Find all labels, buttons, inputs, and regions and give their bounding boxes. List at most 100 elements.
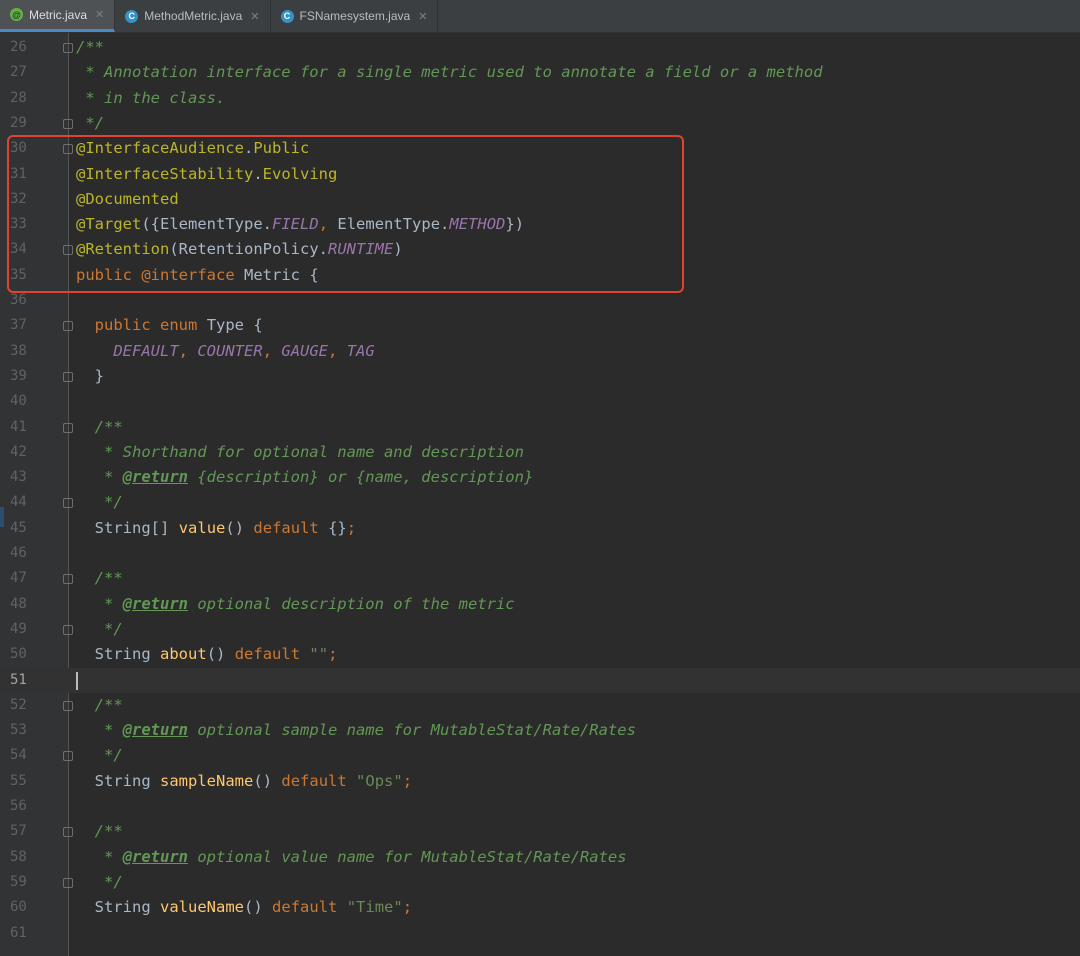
code-line[interactable]: 61 bbox=[0, 921, 1080, 946]
code-text: * @return {description} or {name, descri… bbox=[76, 468, 534, 487]
code-text: * @return optional value name for Mutabl… bbox=[76, 847, 627, 866]
fold-marker-icon[interactable] bbox=[63, 827, 73, 838]
code-line[interactable]: 55 String sampleName() default "Ops"; bbox=[0, 769, 1080, 794]
tab-methodmetric-java[interactable]: C MethodMetric.java ✕ bbox=[115, 0, 271, 32]
fold-marker-icon[interactable] bbox=[63, 245, 73, 256]
line-number: 56 bbox=[10, 798, 27, 814]
code-line[interactable]: 33 @Target({ElementType.FIELD, ElementTyp… bbox=[0, 212, 1080, 237]
code-text: /** bbox=[76, 417, 123, 436]
line-number: 29 bbox=[10, 114, 27, 131]
line-number: 40 bbox=[10, 393, 27, 410]
line-number: 38 bbox=[10, 342, 27, 359]
line-number: 35 bbox=[10, 266, 27, 283]
code-line[interactable]: 49 */ bbox=[0, 617, 1080, 642]
code-line[interactable]: 58 * @return optional value name for Mut… bbox=[0, 845, 1080, 870]
code-text: @InterfaceStability.Evolving bbox=[76, 164, 338, 183]
code-line[interactable]: 29 */ bbox=[0, 111, 1080, 136]
code-text: */ bbox=[76, 619, 123, 638]
code-line[interactable]: 39 } bbox=[0, 364, 1080, 389]
fold-marker-icon[interactable] bbox=[63, 877, 73, 888]
code-line[interactable]: 47 /** bbox=[0, 566, 1080, 591]
code-line[interactable]: 48 * @return optional description of the… bbox=[0, 592, 1080, 617]
code-line[interactable]: 30 @InterfaceAudience.Public bbox=[0, 136, 1080, 161]
code-line[interactable]: 38 DEFAULT, COUNTER, GAUGE, TAG bbox=[0, 339, 1080, 364]
line-number: 37 bbox=[10, 317, 27, 334]
code-line[interactable]: 42 * Shorthand for optional name and des… bbox=[0, 440, 1080, 465]
tab-label: FSNamesystem.java bbox=[299, 9, 411, 23]
code-text: */ bbox=[76, 493, 123, 512]
fold-marker-icon[interactable] bbox=[63, 422, 73, 433]
fold-marker-icon[interactable] bbox=[63, 321, 73, 332]
code-text: @Retention(RetentionPolicy.RUNTIME) bbox=[76, 240, 403, 259]
code-line[interactable]: 51 bbox=[0, 667, 1080, 693]
code-text: public enum Type { bbox=[94, 316, 263, 335]
code-text: } bbox=[94, 366, 105, 385]
code-line[interactable]: 32 @Documented bbox=[0, 187, 1080, 212]
line-number: 44 bbox=[10, 494, 27, 511]
fold-marker-icon[interactable] bbox=[63, 43, 73, 53]
code-line[interactable]: 35 public @interface Metric { bbox=[0, 263, 1080, 288]
code-line[interactable]: 50 String about() default ""; bbox=[0, 642, 1080, 667]
close-icon[interactable]: ✕ bbox=[418, 10, 427, 23]
code-line[interactable]: 57 /** bbox=[0, 819, 1080, 844]
line-number: 50 bbox=[10, 646, 27, 663]
close-icon[interactable]: ✕ bbox=[250, 10, 259, 23]
code-text: * Annotation interface for a single metr… bbox=[76, 63, 823, 82]
line-number: 54 bbox=[10, 747, 27, 764]
code-text: */ bbox=[76, 872, 123, 891]
code-line[interactable]: 60 String valueName() default "Time"; bbox=[0, 895, 1080, 920]
fold-marker-icon[interactable] bbox=[63, 700, 73, 711]
code-line[interactable]: 28 * in the class. bbox=[0, 86, 1080, 111]
line-number: 43 bbox=[10, 469, 27, 486]
line-number: 59 bbox=[10, 873, 27, 890]
line-number: 34 bbox=[10, 241, 27, 258]
line-number: 49 bbox=[10, 620, 27, 637]
code-line[interactable]: 59 */ bbox=[0, 870, 1080, 895]
tab-metric-java[interactable]: @ Metric.java ✕ bbox=[0, 0, 116, 32]
fold-marker-icon[interactable] bbox=[63, 371, 73, 382]
code-editor[interactable]: 26 /** 27 * Annotation interface for a sin… bbox=[0, 33, 1080, 956]
line-number: 61 bbox=[10, 924, 27, 941]
code-line[interactable]: 31 @InterfaceStability.Evolving bbox=[0, 162, 1080, 187]
tab-label: MethodMetric.java bbox=[144, 9, 243, 23]
fold-marker-icon[interactable] bbox=[63, 498, 73, 509]
code-text: @Documented bbox=[76, 189, 179, 208]
code-text: @InterfaceAudience.Public bbox=[76, 139, 310, 158]
code-line[interactable]: 44 */ bbox=[0, 490, 1080, 515]
code-line[interactable]: 54 */ bbox=[0, 743, 1080, 768]
tab-fsnamesystem-java[interactable]: C FSNamesystem.java ✕ bbox=[271, 0, 439, 32]
line-number: 51 bbox=[10, 671, 27, 688]
fold-marker-icon[interactable] bbox=[63, 144, 73, 155]
code-line[interactable]: 37 public enum Type { bbox=[0, 313, 1080, 338]
code-text: * @return optional description of the me… bbox=[76, 594, 515, 613]
code-line[interactable]: 40 bbox=[0, 389, 1080, 414]
line-number: 48 bbox=[10, 595, 27, 612]
fold-marker-icon[interactable] bbox=[63, 624, 73, 635]
close-icon[interactable]: ✕ bbox=[95, 8, 104, 21]
fold-marker-icon[interactable] bbox=[63, 751, 73, 762]
code-line[interactable]: 27 * Annotation interface for a single m… bbox=[0, 60, 1080, 85]
code-line[interactable]: 56 bbox=[0, 794, 1080, 819]
code-line[interactable]: 41 /** bbox=[0, 415, 1080, 440]
code-line[interactable]: 52 /** bbox=[0, 693, 1080, 718]
line-number: 26 bbox=[10, 39, 27, 55]
code-line[interactable]: 26 /** bbox=[0, 35, 1080, 60]
code-text: /** bbox=[76, 38, 104, 56]
line-number: 55 bbox=[10, 772, 27, 789]
code-line[interactable]: 36 bbox=[0, 288, 1080, 313]
code-line[interactable]: 45 String[] value() default {}; bbox=[0, 516, 1080, 541]
code-text: */ bbox=[76, 113, 104, 132]
line-number: 60 bbox=[10, 899, 27, 916]
line-number: 31 bbox=[10, 165, 27, 182]
line-number: 33 bbox=[10, 216, 27, 233]
line-number: 27 bbox=[10, 64, 27, 81]
fold-marker-icon[interactable] bbox=[63, 118, 73, 129]
code-line[interactable]: 46 bbox=[0, 541, 1080, 566]
code-line[interactable]: 53 * @return optional sample name for Mu… bbox=[0, 718, 1080, 743]
fold-marker-icon[interactable] bbox=[63, 574, 73, 585]
code-line[interactable]: 43 * @return {description} or {name, des… bbox=[0, 465, 1080, 490]
code-line[interactable]: 34 @Retention(RetentionPolicy.RUNTIME) bbox=[0, 237, 1080, 262]
code-text: * @return optional sample name for Mutab… bbox=[76, 721, 636, 740]
code-text: String about() default ""; bbox=[94, 645, 338, 664]
line-number: 28 bbox=[10, 89, 27, 106]
